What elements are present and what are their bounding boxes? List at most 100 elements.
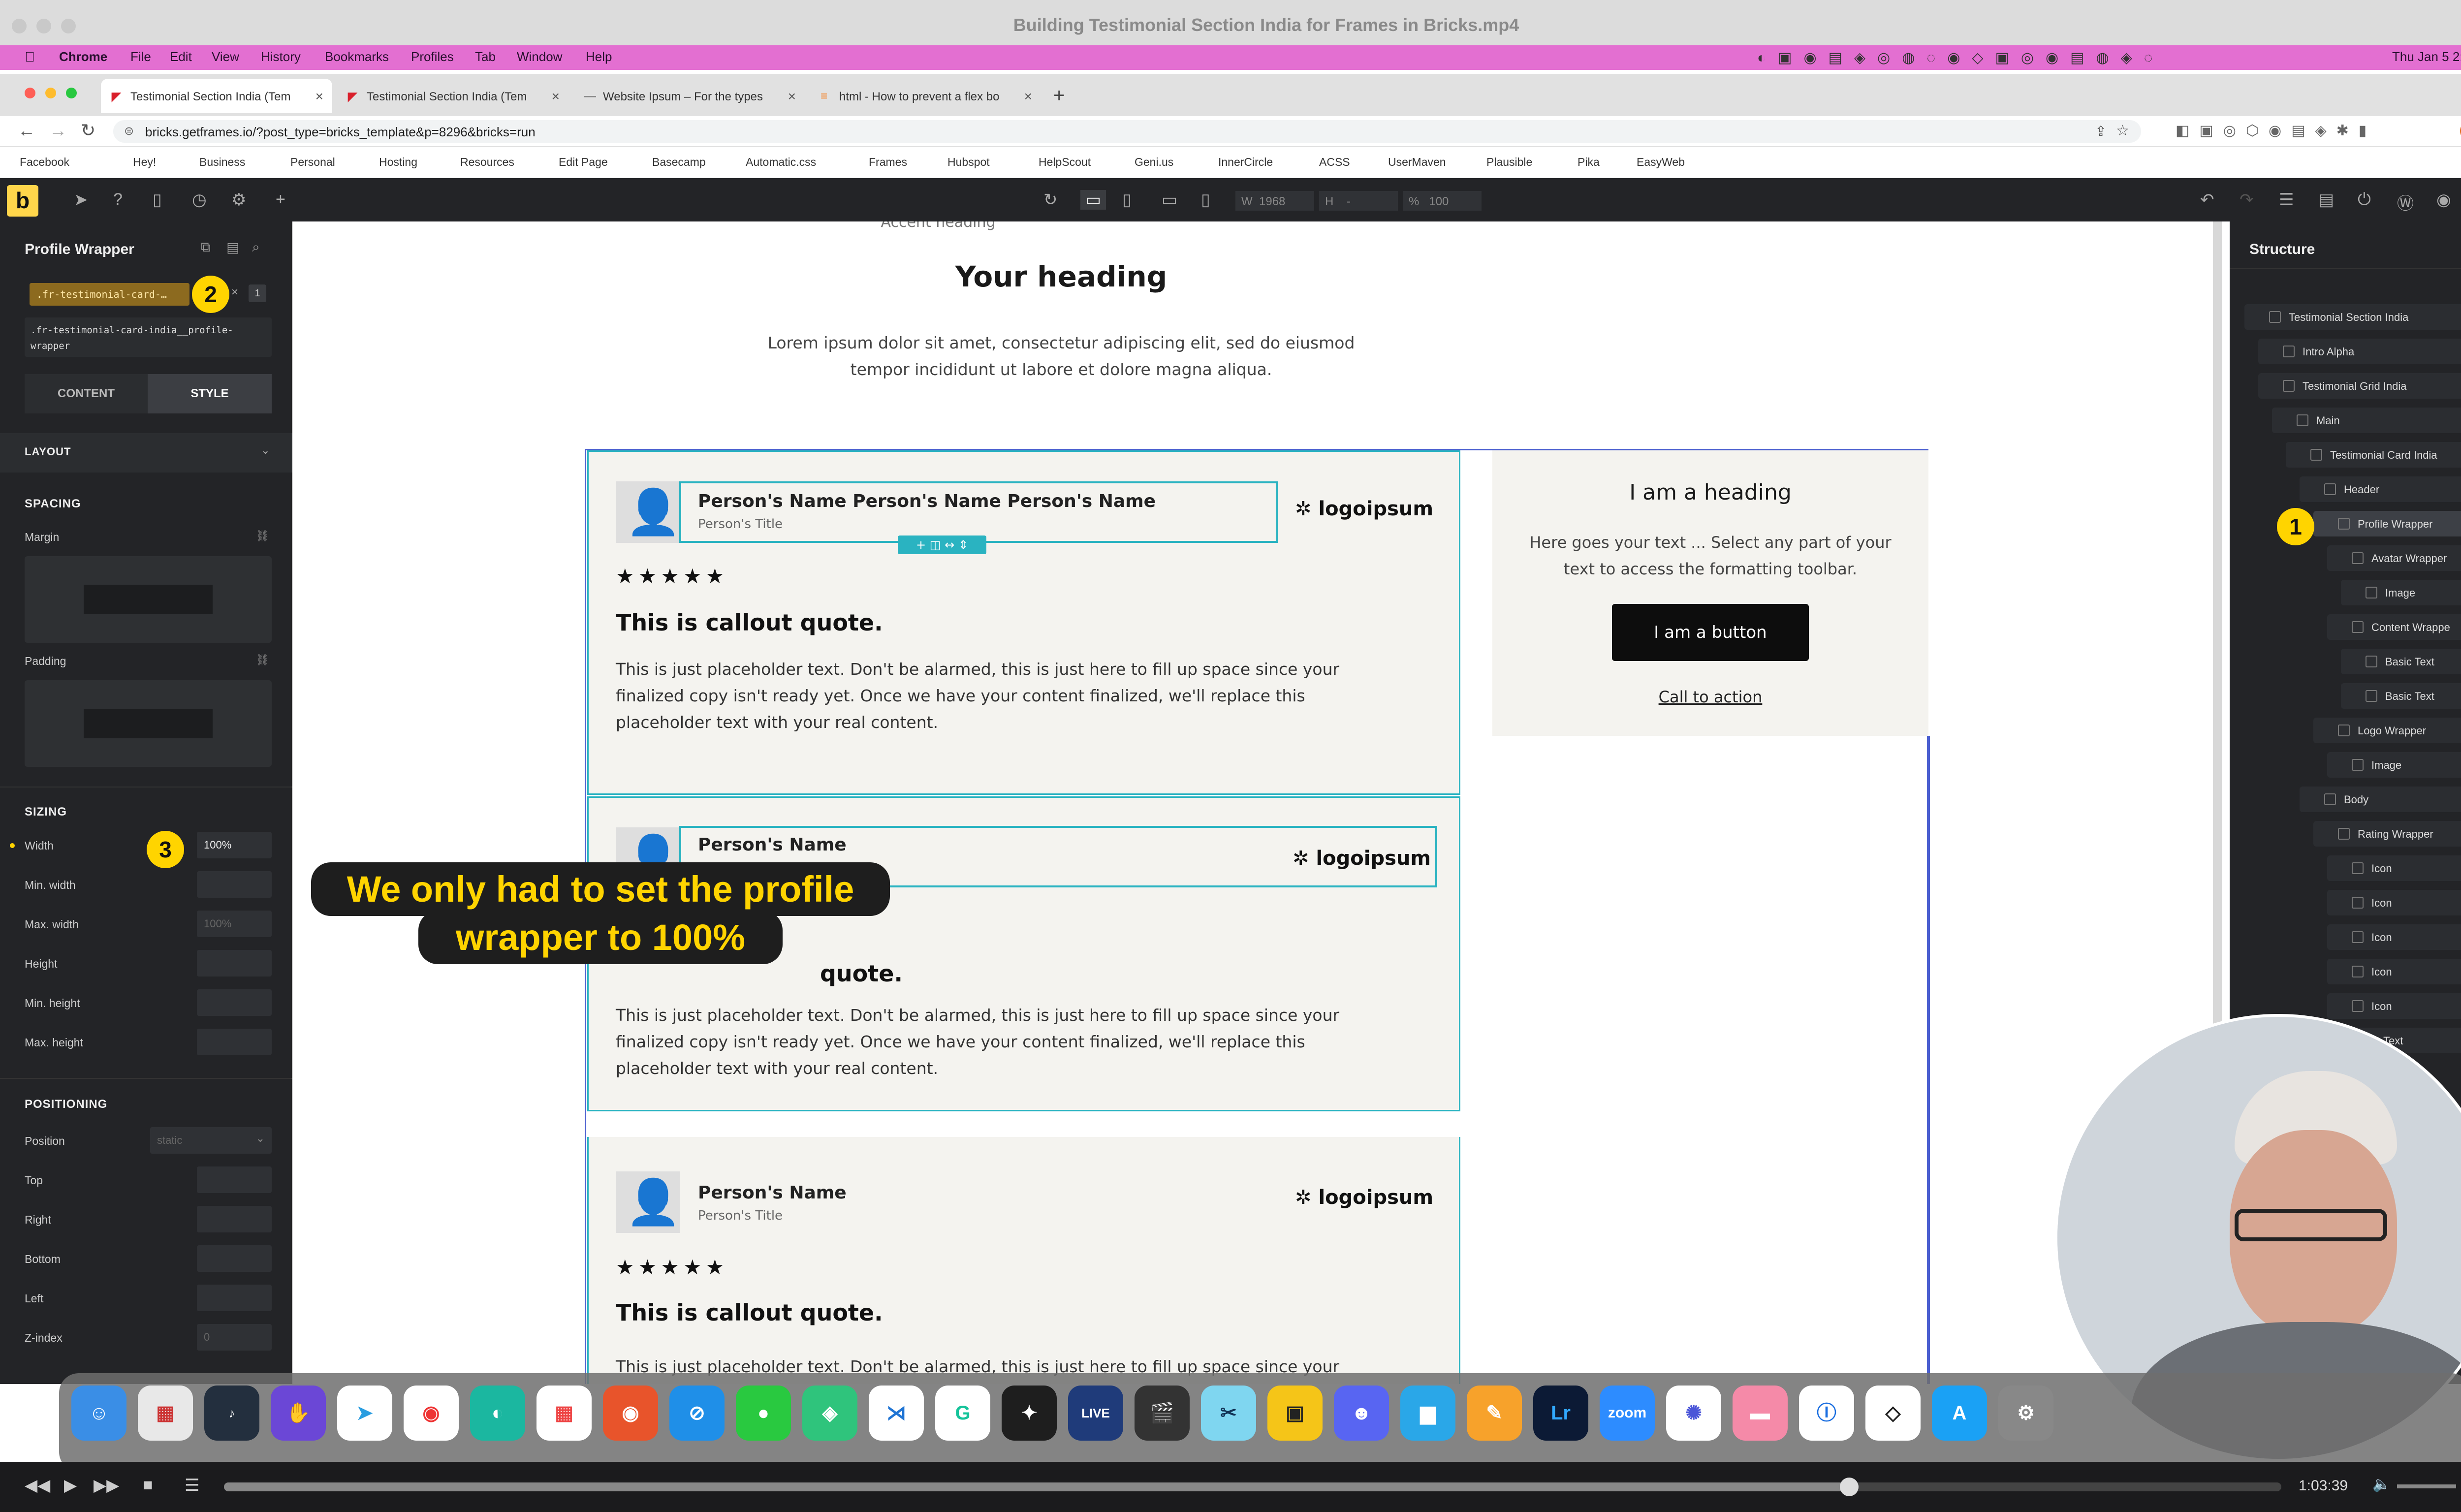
- site-info-icon[interactable]: ⊜: [124, 124, 134, 138]
- menu-item[interactable]: History: [261, 49, 301, 64]
- power-icon[interactable]: ⏻: [2358, 190, 2371, 209]
- close-dot[interactable]: [25, 88, 35, 98]
- zoom-dot[interactable]: [66, 88, 77, 98]
- back-icon[interactable]: ←: [18, 120, 35, 141]
- structure-node[interactable]: Image: [2341, 580, 2461, 605]
- reload-icon[interactable]: ↻: [81, 120, 95, 141]
- bookmark-item[interactable]: Pika: [1578, 156, 1600, 169]
- browser-tab[interactable]: ◤ Testimonial Section India (Tem ×: [101, 79, 332, 113]
- structure-node[interactable]: Intro Alpha: [2258, 339, 2461, 364]
- structure-node[interactable]: Icon: [2327, 890, 2461, 915]
- intro-text[interactable]: Lorem ipsum dolor sit amet, consectetur …: [751, 330, 1371, 383]
- remove-class-icon[interactable]: ×: [231, 285, 238, 299]
- profile-wrapper-selected[interactable]: [679, 481, 1278, 543]
- vscode-icon[interactable]: ⋊: [869, 1386, 924, 1441]
- pointer-icon[interactable]: ➤: [74, 190, 88, 210]
- bookmark-item[interactable]: InnerCircle: [1218, 156, 1273, 169]
- structure-node[interactable]: Avatar Wrapper: [2327, 545, 2461, 571]
- layout-section-header[interactable]: LAYOUT: [25, 445, 71, 458]
- bookmark-item[interactable]: Facebook: [20, 156, 69, 169]
- structure-node[interactable]: Profile Wrapper: [2313, 511, 2461, 536]
- canvas-height-input[interactable]: H -: [1319, 191, 1398, 211]
- call-to-action-link[interactable]: Call to action: [1492, 688, 1928, 706]
- logo-image[interactable]: ✲ logoipsum: [1295, 498, 1433, 520]
- avatar[interactable]: 👤: [616, 481, 681, 543]
- url-input[interactable]: ⊜ bricks.getframes.io/?post_type=bricks_…: [113, 120, 2141, 143]
- firefox-icon[interactable]: ◉: [603, 1386, 658, 1441]
- person-name[interactable]: Person's Name: [698, 1183, 847, 1203]
- structure-icon[interactable]: ☰: [2279, 190, 2294, 210]
- history-icon[interactable]: ◷: [192, 190, 207, 210]
- finder-icon[interactable]: ☺: [71, 1386, 126, 1441]
- menu-item[interactable]: File: [130, 49, 151, 64]
- app-icon[interactable]: ▣: [1267, 1386, 1323, 1441]
- canvas-zoom-input[interactable]: % 100: [1403, 191, 1482, 211]
- structure-node[interactable]: Logo Wrapper: [2313, 718, 2461, 743]
- menu-item[interactable]: Tab: [475, 49, 496, 64]
- testimonial-card[interactable]: 👤 Person's Name Person's Name Person's N…: [587, 450, 1460, 795]
- browser-tab[interactable]: — Website Ipsum – For the types ×: [573, 79, 805, 113]
- status-icons[interactable]: ◐▣◉▤◈◎◍◌◉◇▣◎◉▤◍◈◌: [1757, 49, 2165, 66]
- preview-eye-icon[interactable]: ◉: [2436, 190, 2451, 210]
- structure-node[interactable]: Basic Text: [2341, 683, 2461, 709]
- forward-icon[interactable]: →: [49, 120, 67, 141]
- chevron-down-icon[interactable]: ⌄: [261, 444, 270, 457]
- zoom-icon[interactable]: zoom: [1600, 1386, 1655, 1441]
- amazon-music-icon[interactable]: ♪: [204, 1386, 259, 1441]
- share-icon[interactable]: ⇪: [2095, 123, 2107, 139]
- cta-card[interactable]: I am a heading Here goes your text ... S…: [1492, 450, 1928, 736]
- playlist-icon[interactable]: ☰: [185, 1476, 199, 1495]
- structure-node[interactable]: Content Wrappe: [2327, 614, 2461, 640]
- css-selector-field[interactable]: .fr-testimonial-card-india__profile-wrap…: [25, 317, 272, 357]
- card-text[interactable]: This is just placeholder text. Don't be …: [616, 1002, 1354, 1082]
- bookmark-star-icon[interactable]: ☆: [2116, 122, 2129, 139]
- fast-forward-icon[interactable]: ▶▶: [94, 1476, 119, 1495]
- lightroom-icon[interactable]: Lr: [1533, 1386, 1588, 1441]
- structure-node[interactable]: Rating Wrapper: [2313, 821, 2461, 847]
- page-icon[interactable]: ▯: [153, 190, 162, 210]
- close-tab-icon[interactable]: ×: [788, 89, 796, 104]
- structure-node[interactable]: Icon: [2327, 924, 2461, 950]
- folder-icon[interactable]: ▤: [2318, 190, 2334, 210]
- person-name[interactable]: Person's Name Person's Name Person's Nam…: [698, 491, 1156, 511]
- person-name[interactable]: Person's Name: [698, 835, 847, 855]
- add-element-icon[interactable]: +: [276, 190, 285, 209]
- menu-item[interactable]: View: [212, 49, 239, 64]
- undo-icon[interactable]: ↶: [2200, 190, 2214, 210]
- browser-tab[interactable]: ≡ html - How to prevent a flex bo ×: [810, 79, 1041, 113]
- app-store-icon[interactable]: A: [1932, 1386, 1987, 1441]
- app-icon[interactable]: ◈: [802, 1386, 857, 1441]
- z-index-input[interactable]: 0: [197, 1324, 272, 1351]
- stop-icon[interactable]: ■: [143, 1476, 153, 1495]
- bookmark-item[interactable]: EasyWeb: [1637, 156, 1685, 169]
- rewind-icon[interactable]: ◀◀: [25, 1476, 50, 1495]
- structure-node[interactable]: Header: [2300, 476, 2461, 502]
- margin-box-editor[interactable]: [25, 556, 272, 643]
- menu-item[interactable]: Chrome: [59, 49, 107, 64]
- top-input[interactable]: [197, 1166, 272, 1193]
- cta-heading[interactable]: I am a heading: [1492, 480, 1928, 505]
- menu-item[interactable]: Help: [586, 49, 612, 64]
- play-icon[interactable]: ▶: [64, 1476, 77, 1495]
- person-title[interactable]: Person's Title: [698, 1208, 783, 1223]
- structure-node[interactable]: Image: [2327, 752, 2461, 778]
- person-title[interactable]: Person's Title: [698, 517, 783, 532]
- grammarly-icon[interactable]: G: [935, 1386, 990, 1441]
- width-input[interactable]: 100%: [197, 832, 272, 858]
- left-input[interactable]: [197, 1285, 272, 1311]
- menu-item[interactable]: Edit: [170, 49, 192, 64]
- system-settings-icon[interactable]: ⚙: [1998, 1386, 2053, 1441]
- bookmark-item[interactable]: Geni.us: [1135, 156, 1173, 169]
- callout-quote[interactable]: This is callout quote.: [616, 1299, 883, 1326]
- app-icon[interactable]: ✺: [1666, 1386, 1721, 1441]
- settings-gear-icon[interactable]: ⚙: [231, 190, 246, 210]
- bookmark-item[interactable]: Plausible: [1486, 156, 1532, 169]
- bookmark-item[interactable]: Hosting: [379, 156, 417, 169]
- tab-style[interactable]: STYLE: [148, 374, 272, 413]
- close-tab-icon[interactable]: ×: [552, 89, 560, 104]
- close-tab-icon[interactable]: ×: [1024, 89, 1032, 104]
- cta-button[interactable]: I am a button: [1612, 604, 1809, 661]
- builder-canvas[interactable]: Accent heading Your heading Lorem ipsum …: [293, 221, 2230, 1384]
- figma-icon[interactable]: ✦: [1002, 1386, 1057, 1441]
- menu-item[interactable]: Window: [517, 49, 562, 64]
